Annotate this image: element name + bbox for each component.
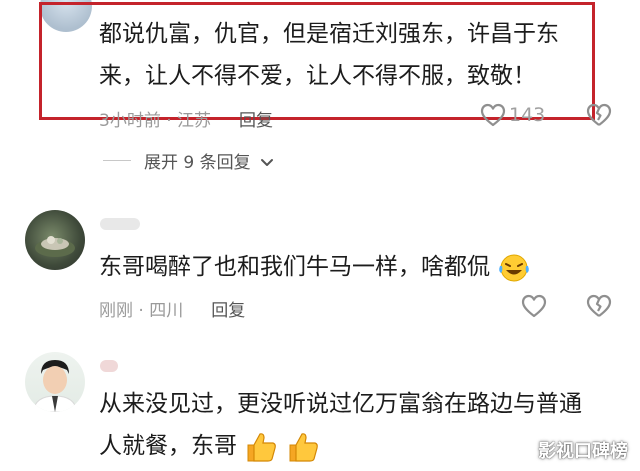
like-button[interactable]: 143 (480, 103, 545, 127)
reply-button[interactable]: 回复 (239, 111, 273, 131)
avatar-image (35, 236, 75, 257)
comment-2-time-location: 刚刚 · 四川 (99, 301, 184, 321)
divider (103, 160, 131, 161)
thumbs-up-emoji (247, 432, 277, 462)
reply-button[interactable]: 回复 (211, 301, 245, 321)
comment-1-text-line-1: 都说仇富，仇官，但是宿迁刘强东，许昌于东 (99, 21, 559, 47)
like-button[interactable] (521, 294, 547, 318)
thumbs-up-emoji (289, 432, 318, 462)
avatar[interactable] (25, 210, 85, 270)
laughing-crying-emoji (499, 254, 530, 281)
comment-2-text: 东哥喝醉了也和我们牛马一样，啥都侃 (99, 247, 531, 287)
dislike-button[interactable] (586, 103, 612, 127)
comment-3-text-line-2: 人就餐，东哥 (99, 426, 320, 466)
comment-1-meta: 3小时前 · 江苏 回复 (99, 106, 273, 131)
comment-3-text-line-1: 从来没见过，更没听说过亿万富翁在路边与普通 (99, 391, 582, 417)
watermark: 影视口碑榜 (538, 441, 628, 462)
expand-replies-button[interactable]: 展开 9 条回复 (144, 148, 274, 173)
heart-outline-icon (480, 103, 506, 127)
username[interactable] (100, 360, 118, 372)
comment-3-text-content: 人就餐，东哥 (99, 433, 237, 459)
like-count: 143 (509, 104, 546, 126)
comment-1-text-line-2: 来，让人不得不爱，让人不得不服，致敬！ (99, 63, 536, 89)
broken-heart-icon (586, 294, 612, 317)
comment-2-meta: 刚刚 · 四川 回复 (99, 296, 245, 321)
heart-outline-icon (521, 294, 547, 318)
chevron-down-icon (261, 159, 274, 166)
avatar[interactable] (25, 352, 85, 412)
username[interactable] (100, 218, 140, 230)
comment-1-time-location: 3小时前 · 江苏 (99, 111, 212, 131)
comment-2-text-content: 东哥喝醉了也和我们牛马一样，啥都侃 (99, 254, 490, 280)
avatar-image (32, 360, 78, 412)
dislike-button[interactable] (586, 294, 612, 318)
broken-heart-icon (586, 103, 612, 126)
expand-replies-label: 展开 9 条回复 (144, 153, 251, 173)
